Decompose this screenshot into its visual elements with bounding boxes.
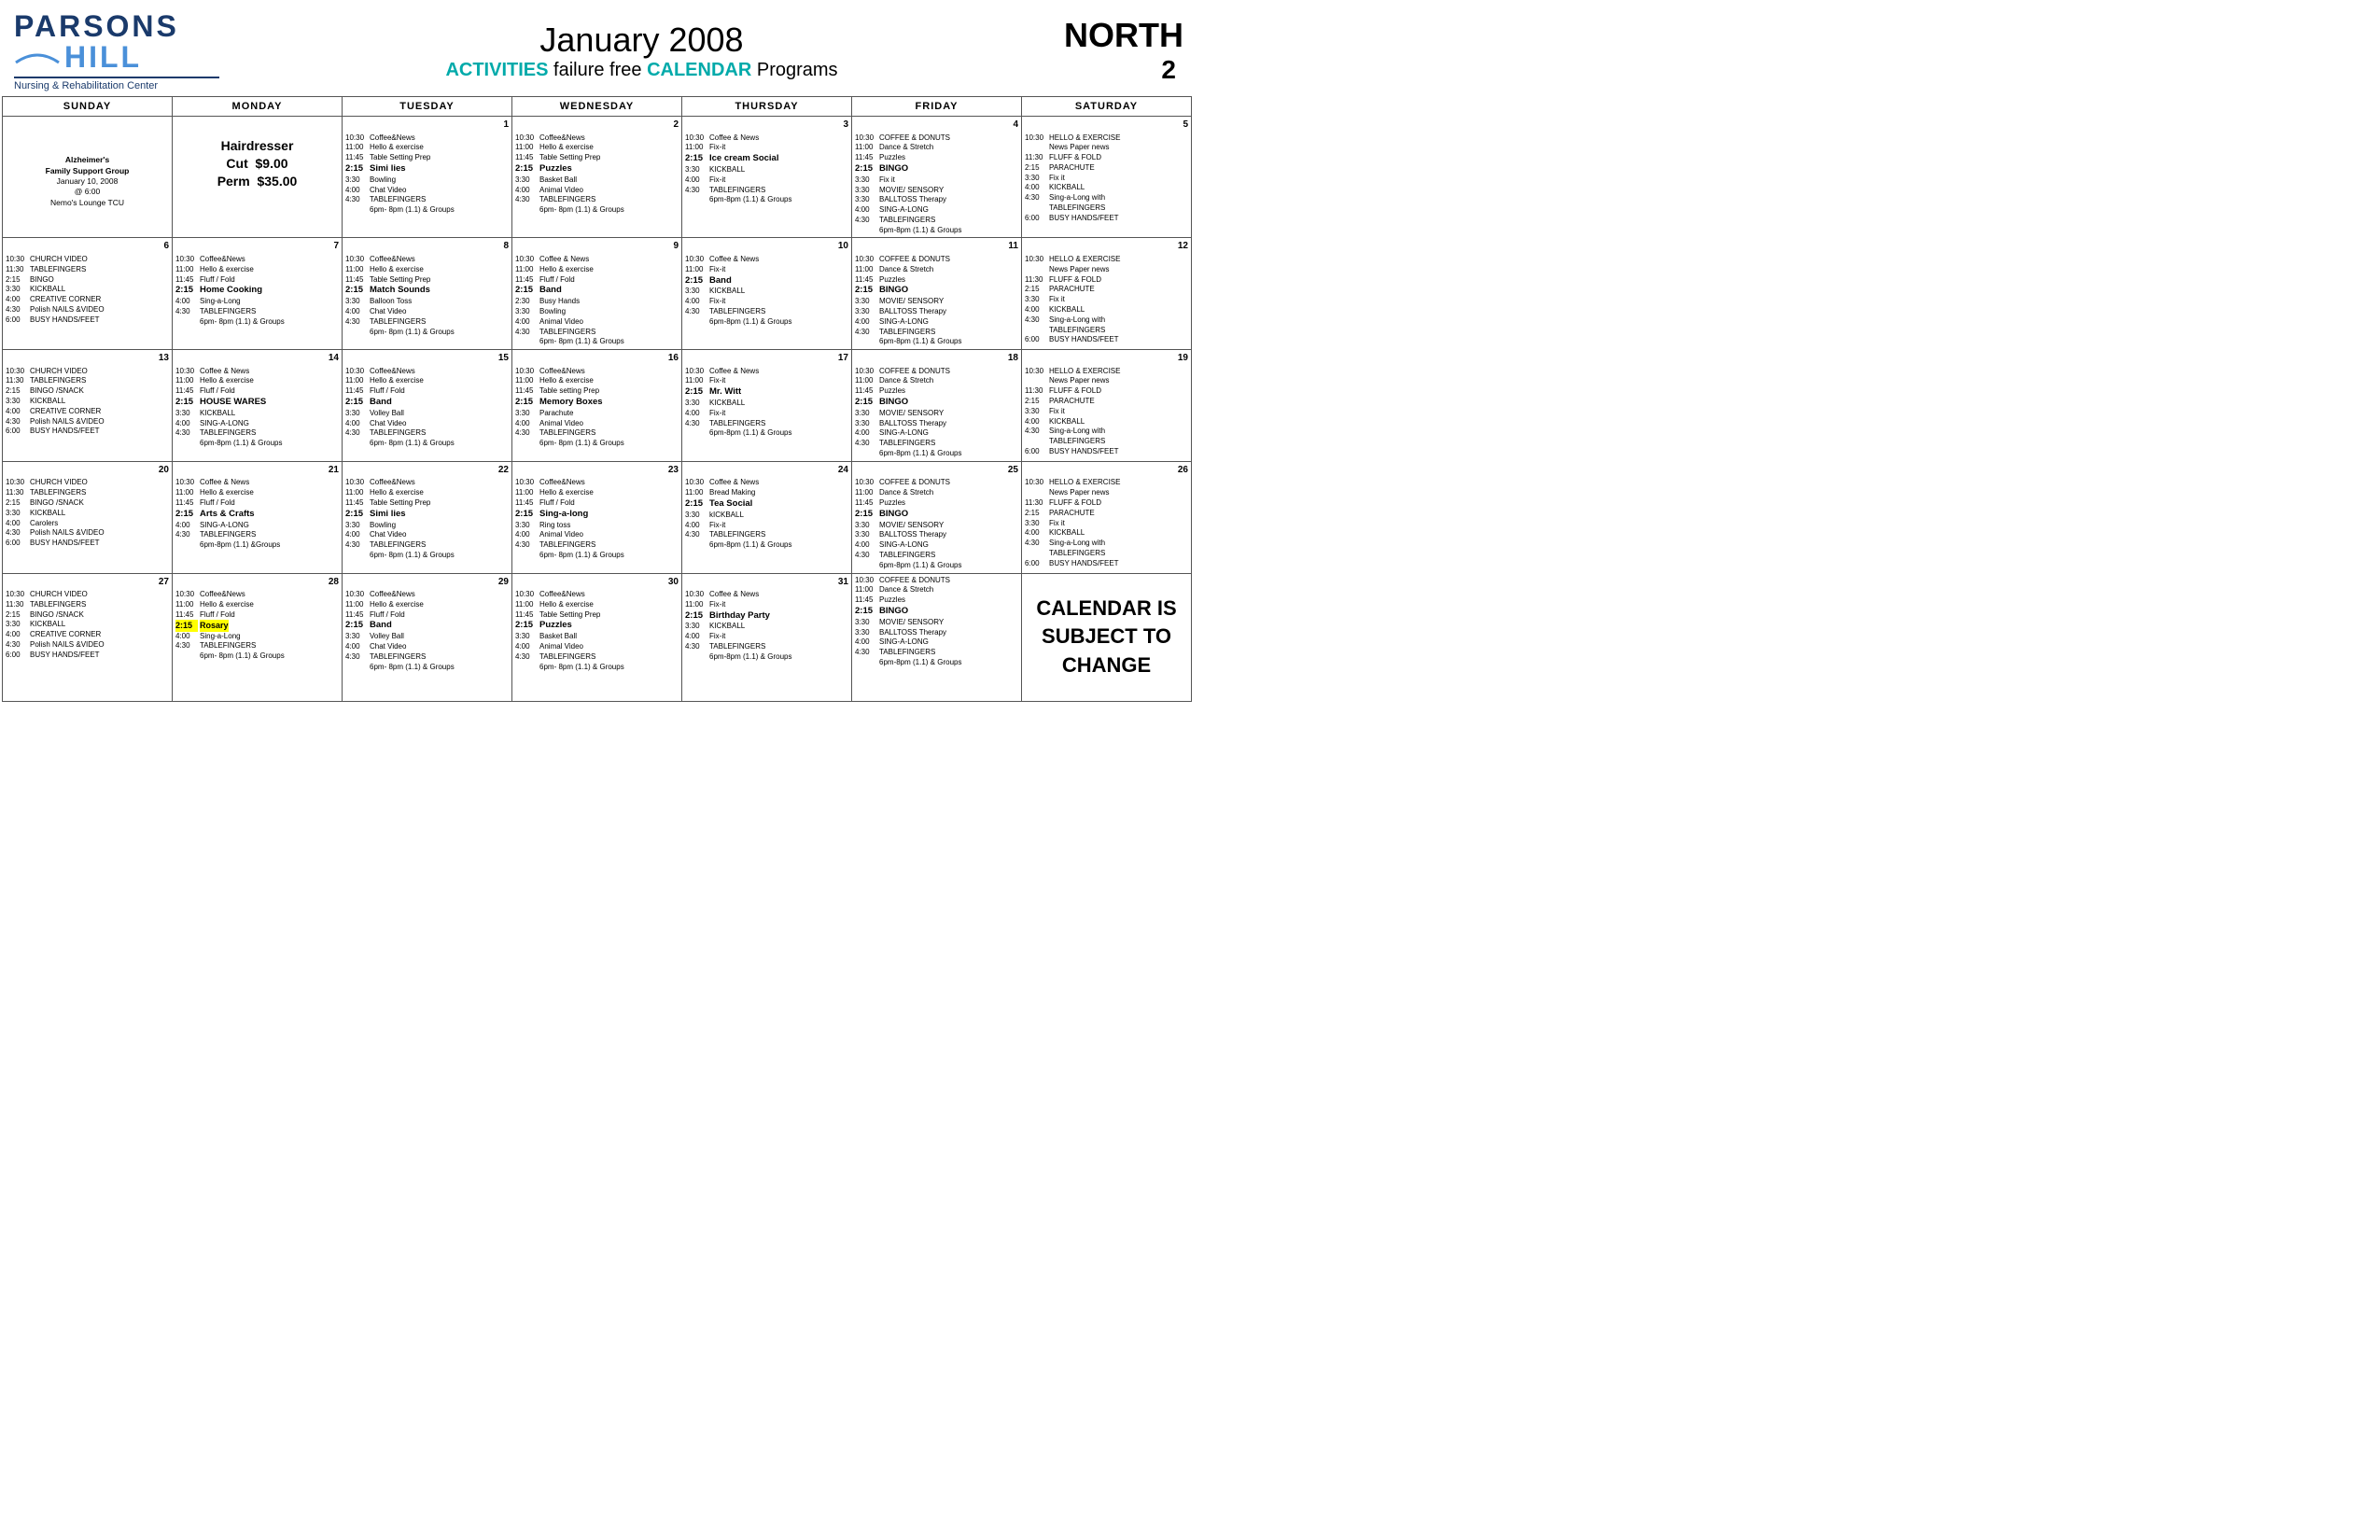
north-title: NORTH bbox=[1064, 16, 1176, 55]
cell-sat-19: 19 10:30HELLO & EXERCISE News Paper news… bbox=[1022, 350, 1192, 462]
programs-label: Programs bbox=[757, 60, 838, 80]
col-saturday: SATURDAY bbox=[1022, 97, 1192, 117]
cell-sat-26: 26 10:30HELLO & EXERCISE News Paper news… bbox=[1022, 461, 1192, 573]
north-num: 2 bbox=[1064, 55, 1176, 85]
calendar-row-1: Alzheimer's Family Support Group January… bbox=[3, 117, 1192, 238]
cell-sun-13: 13 10:30CHURCH VIDEO 11:30TABLEFINGERS 2… bbox=[3, 350, 173, 462]
cell-sat-12: 12 10:30HELLO & EXERCISE News Paper news… bbox=[1022, 238, 1192, 350]
col-wednesday: WEDNESDAY bbox=[512, 97, 682, 117]
cell-mon-7: 7 10:30Coffee&News 11:00Hello & exercise… bbox=[173, 238, 343, 350]
col-friday: FRIDAY bbox=[852, 97, 1022, 117]
cell-thu-31: 31 10:30Coffee & News 11:00Fix-it 2:15Bi… bbox=[682, 573, 852, 701]
cell-fri-lastweek: 10:30COFFEE & DONUTS 11:00Dance & Stretc… bbox=[852, 573, 1022, 701]
logo-hill: HILL bbox=[64, 40, 142, 75]
cell-sat-5: 5 10:30HELLO & EXERCISE News Paper news … bbox=[1022, 117, 1192, 238]
cell-mon-28: 28 10:30Coffee&News 11:00Hello & exercis… bbox=[173, 573, 343, 701]
calendar-row-4: 20 10:30CHURCH VIDEO 11:30TABLEFINGERS 2… bbox=[3, 461, 1192, 573]
calendar-row-3: 13 10:30CHURCH VIDEO 11:30TABLEFINGERS 2… bbox=[3, 350, 1192, 462]
logo: PARSONS HILL Nursing & Rehabilitation Ce… bbox=[14, 9, 219, 91]
cell-notice: CALENDAR IS SUBJECT TO CHANGE bbox=[1022, 573, 1192, 701]
month-year: January 2008 bbox=[219, 21, 1064, 60]
cell-thu-10: 10 10:30Coffee & News 11:00Fix-it 2:15Ba… bbox=[682, 238, 852, 350]
cell-fri-18: 18 10:30COFFEE & DONUTS 11:00Dance & Str… bbox=[852, 350, 1022, 462]
cell-wed-2: 2 10:30Coffee&News 11:00Hello & exercise… bbox=[512, 117, 682, 238]
logo-arc-icon bbox=[14, 46, 61, 64]
cell-thu-24: 24 10:30Coffee & News 11:00Bread Making … bbox=[682, 461, 852, 573]
cell-tue-1: 1 10:30Coffee&News 11:00Hello & exercise… bbox=[343, 117, 512, 238]
col-monday: MONDAY bbox=[173, 97, 343, 117]
cell-fri-11: 11 10:30COFFEE & DONUTS 11:00Dance & Str… bbox=[852, 238, 1022, 350]
col-tuesday: TUESDAY bbox=[343, 97, 512, 117]
cell-tue-29: 29 10:30Coffee&News 11:00Hello & exercis… bbox=[343, 573, 512, 701]
cell-tue-22: 22 10:30Coffee&News 11:00Hello & exercis… bbox=[343, 461, 512, 573]
cell-sun-6: 6 10:30CHURCH VIDEO 11:30TABLEFINGERS 2:… bbox=[3, 238, 173, 350]
cell-fri-4: 4 10:30COFFEE & DONUTS 11:00Dance & Stre… bbox=[852, 117, 1022, 238]
cell-thu-17: 17 10:30Coffee & News 11:00Fix-it 2:15Mr… bbox=[682, 350, 852, 462]
center-header: January 2008 ACTIVITIES failure free CAL… bbox=[219, 21, 1064, 81]
north-section: NORTH 2 bbox=[1064, 16, 1176, 85]
cell-fri-25: 25 10:30COFFEE & DONUTS 11:00Dance & Str… bbox=[852, 461, 1022, 573]
activities-label: ACTIVITIES bbox=[445, 60, 548, 80]
calendar-label: CALENDAR bbox=[647, 60, 751, 80]
calendar-row-5: 27 10:30CHURCH VIDEO 11:30TABLEFINGERS 2… bbox=[3, 573, 1192, 701]
cell-tue-15: 15 10:30Coffee&News 11:00Hello & exercis… bbox=[343, 350, 512, 462]
calendar-header-row: SUNDAY MONDAY TUESDAY WEDNESDAY THURSDAY… bbox=[3, 97, 1192, 117]
calendar-row-2: 6 10:30CHURCH VIDEO 11:30TABLEFINGERS 2:… bbox=[3, 238, 1192, 350]
cell-thu-3: 3 10:30Coffee & News 11:00Fix-it 2:15Ice… bbox=[682, 117, 852, 238]
hairdresser-info: Hairdresser Cut $9.00 Perm $35.00 bbox=[175, 119, 339, 190]
calendar-notice: CALENDAR IS SUBJECT TO CHANGE bbox=[1025, 576, 1188, 699]
calendar-table: SUNDAY MONDAY TUESDAY WEDNESDAY THURSDAY… bbox=[2, 96, 1192, 702]
cell-wed-30: 30 10:30Coffee&News 11:00Hello & exercis… bbox=[512, 573, 682, 701]
cell-tue-8: 8 10:30Coffee&News 11:00Hello & exercise… bbox=[343, 238, 512, 350]
cell-sun-week1: Alzheimer's Family Support Group January… bbox=[3, 117, 173, 238]
cell-mon-14: 14 10:30Coffee & News 11:00Hello & exerc… bbox=[173, 350, 343, 462]
cell-wed-23: 23 10:30Coffee&News 11:00Hello & exercis… bbox=[512, 461, 682, 573]
cell-wed-9: 9 10:30Coffee & News 11:00Hello & exerci… bbox=[512, 238, 682, 350]
alz-event: Alzheimer's Family Support Group January… bbox=[6, 155, 169, 208]
cell-mon-week1: Hairdresser Cut $9.00 Perm $35.00 bbox=[173, 117, 343, 238]
cell-wed-16: 16 10:30Coffee&News 11:00Hello & exercis… bbox=[512, 350, 682, 462]
cell-mon-21: 21 10:30Coffee & News 11:00Hello & exerc… bbox=[173, 461, 343, 573]
page-header: PARSONS HILL Nursing & Rehabilitation Ce… bbox=[0, 0, 1190, 96]
activities-line: ACTIVITIES failure free CALENDAR Program… bbox=[219, 60, 1064, 81]
cell-sun-27: 27 10:30CHURCH VIDEO 11:30TABLEFINGERS 2… bbox=[3, 573, 173, 701]
failure-free: failure free bbox=[553, 60, 647, 80]
cell-sun-20: 20 10:30CHURCH VIDEO 11:30TABLEFINGERS 2… bbox=[3, 461, 173, 573]
logo-nursing: Nursing & Rehabilitation Center bbox=[14, 77, 219, 91]
col-sunday: SUNDAY bbox=[3, 97, 173, 117]
col-thursday: THURSDAY bbox=[682, 97, 852, 117]
